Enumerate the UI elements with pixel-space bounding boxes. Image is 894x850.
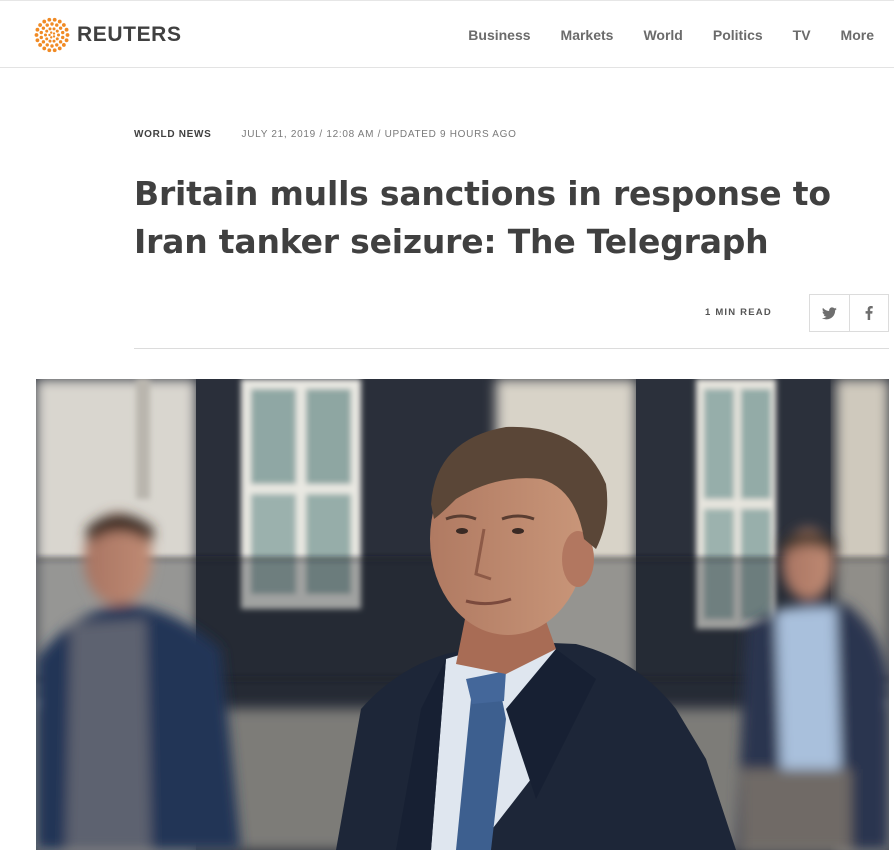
nav-item-markets[interactable]: Markets [561,27,614,43]
logo-dot [55,43,59,47]
logo-dot [52,39,56,43]
logo-dot [42,46,47,51]
logo-dot [64,38,69,43]
logo-dot [45,29,49,33]
logo-dot [38,43,43,47]
read-time: 1 MIN READ [705,307,772,318]
logo-dot [34,33,39,37]
logo-dot [42,19,47,24]
logo-dot [61,43,66,47]
section-link[interactable]: WORLD NEWS [134,129,212,140]
nav-item-world[interactable]: World [643,27,682,43]
meta-divider [134,348,889,349]
share-facebook-button[interactable] [848,295,888,331]
logo-dot [61,35,65,40]
logo-dot [52,32,56,35]
share-twitter-button[interactable] [810,295,849,331]
logo-dot [48,27,52,31]
logo-dot [50,31,53,34]
logo-dot [55,37,59,41]
logo-dot [48,33,51,37]
logo-dot [41,26,46,30]
reuters-logo[interactable]: REUTERS [34,17,182,53]
logo-dot [45,43,49,47]
main-nav: Business Markets World Politics TV More [468,1,874,69]
reuters-dots-icon [34,17,70,53]
logo-dot [41,40,46,44]
twitter-icon [821,306,837,319]
logo-dot [39,30,43,35]
logo-dot [55,23,59,27]
logo-dot [64,27,69,32]
logo-dot [35,38,40,43]
logo-dot [48,39,52,43]
logo-dot [50,22,54,26]
logo-dot [52,17,57,22]
logo-dot [61,30,65,35]
article-meta: WORLD NEWS JULY 21, 2019 / 12:08 AM / UP… [134,127,517,141]
nav-item-more[interactable]: More [841,27,874,43]
logo-dot [65,33,70,37]
logo-dot [58,40,63,44]
logo-dot [39,35,43,40]
nav-item-politics[interactable]: Politics [713,27,763,43]
logo-dot [45,37,49,41]
facebook-icon [865,306,873,320]
article-headline: Britain mulls sanctions in response to I… [134,174,831,261]
article-dateline: JULY 21, 2019 / 12:08 AM / UPDATED 9 HOU… [241,128,517,140]
hero-photo[interactable] [36,379,889,850]
site-header: REUTERS Business Markets World Politics … [0,0,894,68]
logo-dot [58,26,63,30]
logo-dot [44,33,47,37]
nav-item-tv[interactable]: TV [793,27,811,43]
logo-dot [52,35,56,38]
logo-dot [38,23,43,27]
logo-dot [35,27,40,32]
logo-dot [47,48,52,53]
logo-dot [47,17,52,22]
logo-dot [52,48,57,53]
nav-item-business[interactable]: Business [468,27,530,43]
logo-dot [57,46,62,51]
logo-dot [57,33,60,37]
photo-illustration [36,379,889,850]
logo-dot [52,27,56,31]
logo-dot [55,29,59,33]
logo-dot [61,23,66,27]
logo-dot [50,36,53,39]
share-bar [809,294,889,332]
logo-dot [50,44,54,48]
logo-dot [57,19,62,24]
logo-wordmark: REUTERS [77,23,182,46]
logo-dot [45,23,49,27]
